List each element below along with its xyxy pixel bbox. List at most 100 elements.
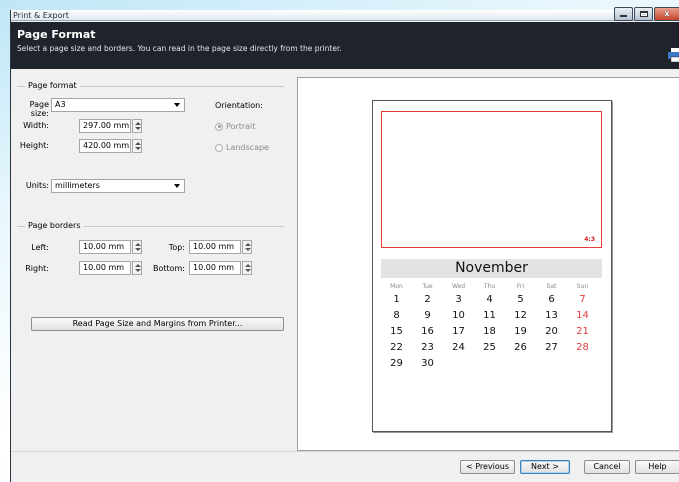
portrait-label: Portrait: [226, 122, 256, 131]
calendar-day: 15: [390, 325, 403, 337]
preview-page: 4:3 November Mon Tue Wed Thu Fri Sat Sun…: [372, 100, 612, 432]
orientation-label: Orientation:: [215, 101, 263, 110]
width-label: Width:: [23, 121, 49, 130]
right-border-spinner[interactable]: [132, 261, 142, 275]
maximize-icon: [639, 11, 648, 17]
page-subtitle: Select a page size and borders. You can …: [17, 44, 342, 53]
right-border-label: Right:: [25, 264, 49, 273]
calendar-day: 14: [576, 309, 589, 321]
landscape-label: Landscape: [226, 143, 269, 152]
calendar-day: 3: [455, 293, 462, 305]
photo-placeholder: 4:3: [381, 111, 602, 248]
window-controls: x: [613, 7, 679, 21]
print-export-window: Print & Export x Page Format Select a pa…: [10, 7, 679, 482]
calendar-day: 24: [452, 341, 465, 353]
height-label: Height:: [19, 141, 49, 150]
minimize-button[interactable]: [614, 7, 633, 21]
left-border-spinner[interactable]: [132, 240, 142, 254]
previous-button[interactable]: < Previous: [460, 460, 515, 474]
chevron-down-icon: [174, 184, 180, 188]
calendar-day: 18: [483, 325, 496, 337]
weekday-label: Mon: [390, 282, 403, 290]
landscape-radio[interactable]: Landscape: [215, 143, 269, 152]
width-field[interactable]: 297.00 mm: [79, 119, 131, 133]
wizard-header: Page Format Select a page size and borde…: [11, 22, 679, 69]
aspect-ratio-label: 4:3: [584, 236, 595, 243]
calendar-day: 10: [452, 309, 465, 321]
calendar-day: 25: [483, 341, 496, 353]
calendar-month-title: November: [381, 259, 602, 278]
calendar-day: 26: [514, 341, 527, 353]
page-size-select[interactable]: A3: [51, 98, 185, 112]
title-bar: Print & Export x: [11, 7, 679, 21]
calendar-day: 20: [545, 325, 558, 337]
top-border-label: Top:: [168, 243, 185, 252]
calendar-day: 8: [393, 309, 400, 321]
left-border-label: Left:: [31, 243, 49, 252]
left-border-field[interactable]: 10.00 mm: [79, 240, 131, 254]
units-label: Units:: [25, 181, 49, 190]
close-icon: x: [664, 9, 670, 18]
calendar-week-row: 15 16 17 18 19 20 21: [381, 323, 602, 339]
calendar-day: 11: [483, 309, 496, 321]
calendar-week-row: 22 23 24 25 26 27 28: [381, 339, 602, 355]
spin-down-icon: [135, 269, 141, 272]
spin-up-icon: [135, 142, 141, 145]
calendar-day: 17: [452, 325, 465, 337]
next-button[interactable]: Next >: [520, 460, 570, 474]
calendar-day: 21: [576, 325, 589, 337]
calendar-day: 1: [393, 293, 400, 305]
weekday-label: Fri: [516, 282, 525, 290]
calendar-day: 28: [576, 341, 589, 353]
height-field[interactable]: 420.00 mm: [79, 139, 131, 153]
calendar-day: 4: [486, 293, 493, 305]
close-button[interactable]: x: [654, 7, 679, 21]
minimize-icon: [620, 15, 627, 17]
spin-up-icon: [135, 243, 141, 246]
calendar-week-row: 29 30: [381, 355, 602, 371]
page-preview-panel: 4:3 November Mon Tue Wed Thu Fri Sat Sun…: [297, 77, 679, 451]
calendar-day: 29: [390, 357, 403, 369]
cancel-button[interactable]: Cancel: [584, 460, 630, 474]
calendar-week-row: 8 9 10 11 12 13 14: [381, 307, 602, 323]
window-title: Print & Export: [13, 11, 69, 20]
radio-selected-icon: [215, 122, 223, 131]
bottom-border-field[interactable]: 10.00 mm: [189, 261, 241, 275]
page-borders-group-label: Page borders: [25, 221, 84, 230]
calendar-week-row: 1 2 3 4 5 6 7: [381, 291, 602, 307]
portrait-radio[interactable]: Portrait: [215, 122, 255, 131]
printer-icon: [668, 48, 679, 62]
spin-down-icon: [135, 147, 141, 150]
top-border-field[interactable]: 10.00 mm: [189, 240, 241, 254]
weekday-label: Thu: [483, 282, 496, 290]
bottom-border-label: Bottom:: [152, 264, 185, 273]
weekday-label: Sun: [576, 282, 589, 290]
units-select[interactable]: millimeters: [51, 179, 185, 193]
spin-up-icon: [135, 264, 141, 267]
calendar-day: 27: [545, 341, 558, 353]
width-spinner[interactable]: [132, 119, 142, 133]
spin-down-icon: [135, 127, 141, 130]
calendar-day: 16: [421, 325, 434, 337]
spin-down-icon: [135, 248, 141, 251]
height-spinner[interactable]: [132, 139, 142, 153]
wizard-footer: < Previous Next > Cancel Help: [11, 451, 679, 482]
calendar-day: 23: [421, 341, 434, 353]
maximize-button[interactable]: [634, 7, 653, 21]
calendar-day: 30: [421, 357, 434, 369]
right-border-field[interactable]: 10.00 mm: [79, 261, 131, 275]
calendar-weekday-row: Mon Tue Wed Thu Fri Sat Sun: [381, 281, 602, 291]
page-format-group-label: Page format: [25, 81, 80, 90]
calendar-grid: Mon Tue Wed Thu Fri Sat Sun 1 2 3 4 5 6 7 8 9 10 1…: [381, 281, 602, 371]
calendar-day: 19: [514, 325, 527, 337]
help-button[interactable]: Help: [635, 460, 679, 474]
calendar-day: 22: [390, 341, 403, 353]
read-from-printer-button[interactable]: Read Page Size and Margins from Printer.…: [31, 317, 284, 331]
spin-down-icon: [245, 269, 251, 272]
page-size-value: A3: [55, 100, 66, 109]
calendar-day: 12: [514, 309, 527, 321]
spin-up-icon: [245, 264, 251, 267]
page-title: Page Format: [17, 28, 96, 41]
top-border-spinner[interactable]: [242, 240, 252, 254]
bottom-border-spinner[interactable]: [242, 261, 252, 275]
